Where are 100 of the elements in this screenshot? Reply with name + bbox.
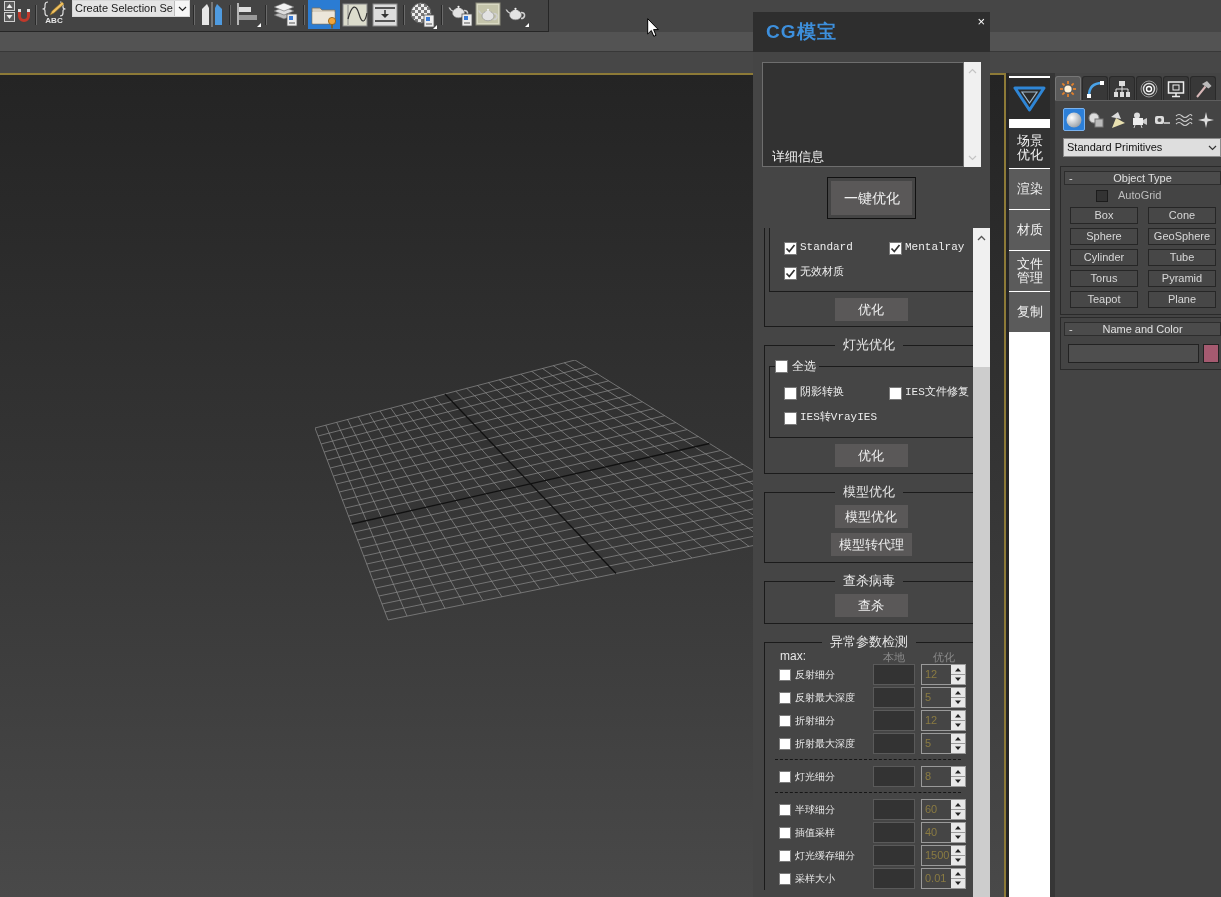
checkbox[interactable] [779,770,791,783]
checkbox[interactable] [779,826,791,839]
panel-tab[interactable] [1136,76,1162,100]
checkbox[interactable] [779,714,791,727]
local-value-field[interactable] [873,664,915,685]
local-value-field[interactable] [873,710,915,731]
spinner-arrows-icon [951,711,965,730]
parameter-label: 采样大小 [795,872,836,885]
column-header: 本地 [882,651,906,663]
checkbox-label: Mentalray [905,241,965,255]
scrollbar-track[interactable] [964,62,981,167]
mouse-pointer-icon [647,18,659,37]
parameter-label: 折射最大深度 [795,737,856,750]
local-value-field[interactable] [873,766,915,787]
check-icon [890,242,901,254]
local-value-field[interactable] [873,733,915,754]
collapse-toggle[interactable]: - [1065,322,1079,336]
scrollbar-track[interactable] [973,228,990,897]
circle-square-icon [1087,110,1105,129]
checkbox[interactable] [1096,190,1108,202]
local-value-field[interactable] [873,687,915,708]
checkbox[interactable] [775,359,788,373]
collapse-toggle[interactable]: - [1065,171,1079,185]
optimize-all-button[interactable]: 一键优化 [827,177,916,219]
sidebar-tab[interactable]: 文件管理 [1009,251,1050,291]
local-value-field[interactable] [873,868,915,889]
schematic-button[interactable] [370,0,400,29]
name-field[interactable] [1068,344,1199,363]
primitive-button[interactable]: Box [1070,207,1138,224]
category-button[interactable] [1063,108,1085,131]
parameter-label: 插值采样 [795,826,836,839]
panel-tab[interactable] [1109,76,1135,100]
color-swatch[interactable] [1203,344,1219,363]
details-text-area[interactable]: 详细信息 [762,62,964,167]
primitive-button[interactable]: GeoSphere [1148,228,1216,245]
spinner-arrows-icon [951,800,965,819]
chevron-down-icon [1208,144,1217,151]
close-button[interactable]: × [975,15,987,28]
arc-curve-icon [1086,79,1104,98]
spinner-arrows-icon [951,823,965,842]
primitive-button[interactable]: Teapot [1070,291,1138,308]
sphere-icon [1065,110,1083,129]
spinner-arrows-icon [951,869,965,888]
action-button[interactable]: 查杀 [834,594,908,617]
max-label: max: [779,650,807,663]
primitive-button[interactable]: Plane [1148,291,1216,308]
group-title: 灯光优化 [835,337,903,353]
checkbox[interactable] [779,803,791,816]
primitive-button[interactable]: Torus [1070,270,1138,287]
panel-tab[interactable] [1163,76,1189,100]
material-editor-button[interactable] [408,0,438,29]
scrollbar-thumb[interactable] [973,367,990,897]
spinner-arrows-icon [4,1,15,23]
selection-set-dropdown[interactable]: Create Selection Se [72,0,190,17]
local-value-field[interactable] [873,845,915,866]
checkbox[interactable] [779,849,791,862]
group-title: 异常参数检测 [822,634,916,650]
checkbox-label: 全选 [788,358,819,374]
braces-pencil-icon [41,1,67,17]
sunburst-icon [1059,79,1077,98]
chevron-up-icon [977,235,986,241]
checkbox[interactable] [779,872,791,885]
panel-tab[interactable] [1190,76,1216,100]
magnet-icon [17,9,31,23]
checkbox[interactable] [784,241,797,255]
align-button[interactable] [234,0,262,29]
checkbox[interactable] [779,737,791,750]
sidebar-tab[interactable]: 场景优化 [1009,128,1050,168]
spinner-arrows-icon [951,665,965,684]
local-value-field[interactable] [873,822,915,843]
checkbox[interactable] [889,241,902,255]
scene-explorer-button[interactable] [308,0,340,29]
action-button[interactable]: 模型转代理 [830,533,912,556]
checker-sphere-icon [409,1,437,29]
panel-tab[interactable] [1055,76,1081,100]
checkbox[interactable] [779,691,791,704]
rendered-frame-button[interactable] [474,0,502,29]
checkbox[interactable] [784,266,797,280]
panel-tab[interactable] [1082,76,1108,100]
optimize-button[interactable]: 优化 [834,298,908,321]
spotlight-icon [1109,110,1127,129]
named-selection-button[interactable]: ABC [40,0,68,29]
local-value-field[interactable] [873,799,915,820]
primitive-button[interactable]: Cone [1148,207,1216,224]
checkbox[interactable] [779,668,791,681]
curve-editor-button[interactable] [340,0,370,29]
sidebar-tab[interactable]: 渲染 [1009,169,1050,209]
rollout-title: Name and Color [1101,323,1184,335]
primitive-button[interactable]: Cylinder [1070,249,1138,266]
checkbox[interactable] [889,386,902,400]
checkbox[interactable] [784,386,797,400]
sidebar-tab[interactable]: 复制 [1009,292,1050,332]
checkbox[interactable] [784,411,797,425]
primitive-button[interactable]: Tube [1148,249,1216,266]
sidebar-tab[interactable]: 材质 [1009,210,1050,250]
primitives-dropdown[interactable]: Standard Primitives [1063,138,1221,157]
action-button[interactable]: 模型优化 [834,505,908,528]
primitive-button[interactable]: Sphere [1070,228,1138,245]
primitive-button[interactable]: Pyramid [1148,270,1216,287]
optimize-button[interactable]: 优化 [834,444,908,467]
